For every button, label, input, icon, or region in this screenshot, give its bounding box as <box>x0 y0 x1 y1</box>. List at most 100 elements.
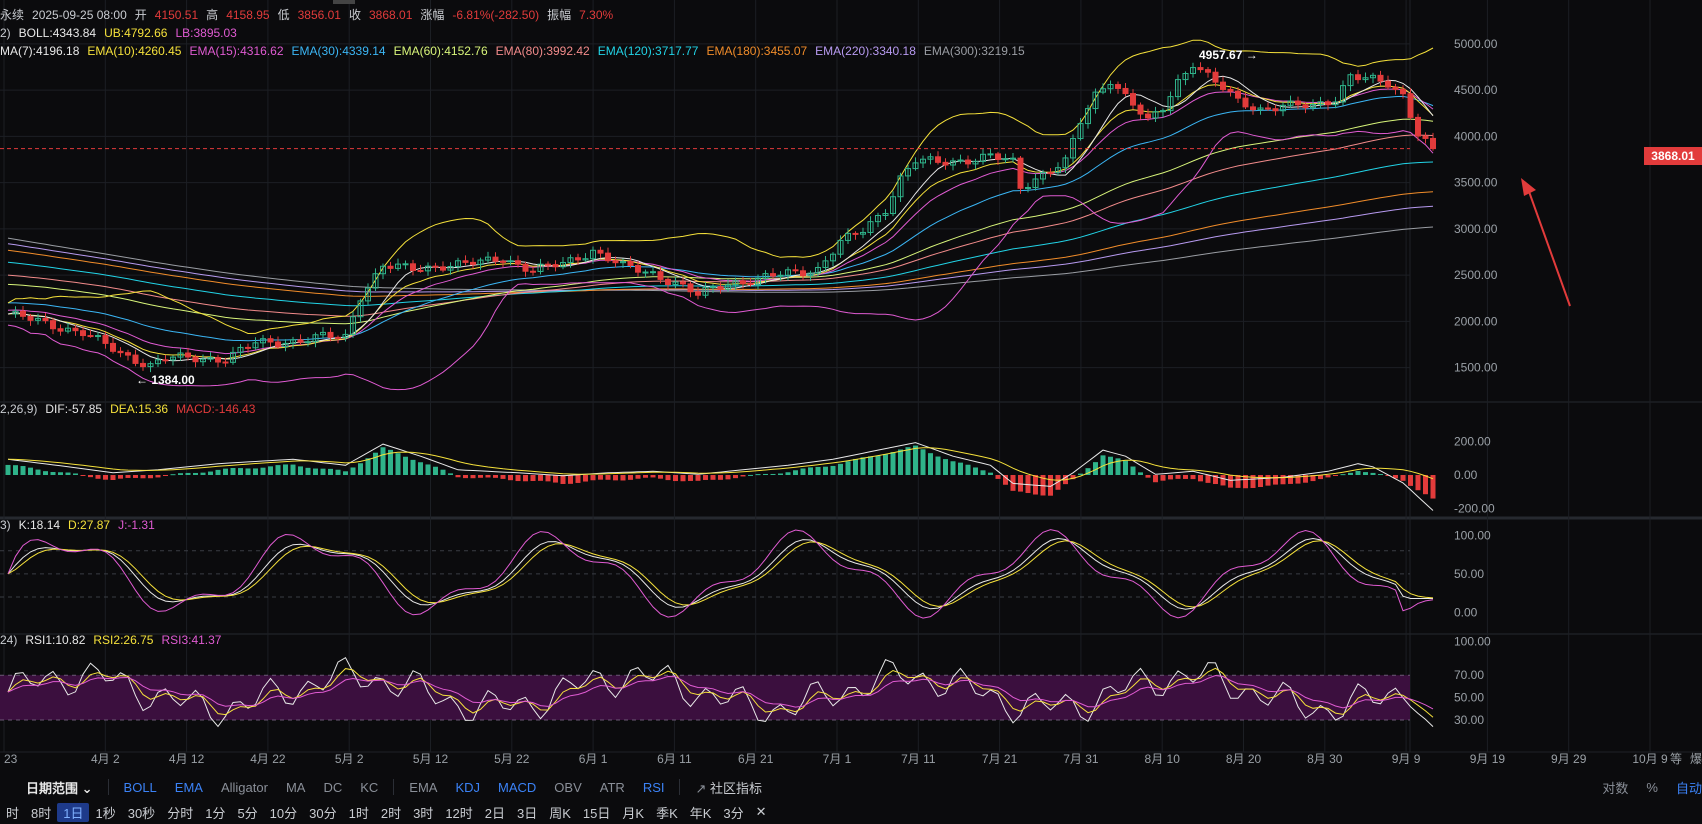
interval-30分[interactable]: 30分 <box>303 803 342 822</box>
macd-bar <box>980 470 986 475</box>
candle-body <box>140 362 146 368</box>
log-scale-button[interactable]: 对数 <box>1593 778 1637 797</box>
divider <box>107 779 109 795</box>
candle-body <box>1407 93 1414 118</box>
macd-bar <box>1235 475 1241 488</box>
red-arrow-shaft <box>1526 185 1571 307</box>
sub-indicator-macd[interactable]: MACD <box>489 780 545 795</box>
interval-8时[interactable]: 8时 <box>25 803 57 822</box>
interval-15日[interactable]: 15日 <box>577 803 616 822</box>
interval-5分[interactable]: 5分 <box>231 803 263 822</box>
macd-bar <box>530 475 536 481</box>
macd-bar <box>58 472 63 475</box>
main-indicator-boll[interactable]: BOLL <box>115 780 166 795</box>
interval-3日[interactable]: 3日 <box>511 803 543 822</box>
interval-1秒[interactable]: 1秒 <box>89 803 121 822</box>
candle-body <box>57 328 64 332</box>
candle-body <box>575 257 581 261</box>
main-indicator-kc[interactable]: KC <box>351 780 387 795</box>
macd-bar <box>1423 475 1428 495</box>
interval-周K[interactable]: 周K <box>543 803 577 822</box>
candle-body <box>462 260 469 263</box>
sub-indicator-atr[interactable]: ATR <box>591 780 634 795</box>
date-range-button[interactable]: 日期范围 ⌄ <box>0 778 102 797</box>
macd-bar <box>718 475 723 480</box>
main-indicator-ma[interactable]: MA <box>277 780 315 795</box>
macd-bar <box>283 464 288 475</box>
chevron-down-icon: ⌄ <box>81 780 93 796</box>
x-tick-label: 23 <box>4 752 18 766</box>
macd-bar <box>358 463 363 475</box>
x-tick-label: 5月 2 <box>335 752 364 766</box>
macd-bar <box>118 475 123 479</box>
macd-bar <box>965 464 971 475</box>
auto-scale-button[interactable]: 自动 <box>1667 778 1702 797</box>
macd-bar <box>1168 475 1173 480</box>
x-tick-label: 5月 12 <box>413 752 449 766</box>
interval-30秒[interactable]: 30秒 <box>122 803 161 822</box>
interval-时[interactable]: 时 <box>0 803 25 822</box>
close-icon[interactable]: ✕ <box>750 804 773 820</box>
x-tick-label: 4月 12 <box>169 752 205 766</box>
interval-10分[interactable]: 10分 <box>264 803 303 822</box>
interval-2日[interactable]: 2日 <box>479 803 511 822</box>
interval-3分[interactable]: 3分 <box>717 803 749 822</box>
interval-月K[interactable]: 月K <box>616 803 650 822</box>
interval-12时[interactable]: 12时 <box>439 803 478 822</box>
kdj-j: J:-1.31 <box>118 518 155 532</box>
main-indicator-alligator[interactable]: Alligator <box>212 780 277 795</box>
macd-bar <box>103 475 108 480</box>
candle-body <box>192 356 199 363</box>
macd-bar <box>875 455 881 475</box>
macd-bar <box>605 475 611 480</box>
interval-2时[interactable]: 2时 <box>375 803 407 822</box>
candle-body <box>80 330 86 337</box>
candle-body <box>245 346 251 349</box>
macd-legend: 2,26,9) DIF:-57.85 DEA:15.36 MACD:-146.43 <box>0 401 263 417</box>
interval-季K[interactable]: 季K <box>650 803 684 822</box>
candle-body <box>552 264 559 268</box>
macd-bar <box>125 475 131 478</box>
ema-legend-item: EMA(220):3340.18 <box>815 44 916 58</box>
macd-axis-label: 0.00 <box>1454 468 1478 482</box>
kdj-k: K:18.14 <box>18 518 61 532</box>
macd-bar <box>958 462 963 475</box>
interval-1时[interactable]: 1时 <box>343 803 375 822</box>
main-indicator-dc[interactable]: DC <box>314 780 351 795</box>
percent-scale-button[interactable]: % <box>1637 780 1667 795</box>
sub-indicator-obv[interactable]: OBV <box>545 780 590 795</box>
macd-bar <box>335 469 341 475</box>
interval-1分[interactable]: 1分 <box>199 803 231 822</box>
candle-body <box>942 161 949 166</box>
macd-bar <box>620 475 626 481</box>
macd-bar <box>988 472 993 475</box>
interval-分时[interactable]: 分时 <box>161 803 199 822</box>
sub-indicator-rsi[interactable]: RSI <box>634 780 674 795</box>
macd-bar <box>1258 475 1263 488</box>
sub-indicator-kdj[interactable]: KDJ <box>446 780 489 795</box>
interval-1日[interactable]: 1日 <box>57 802 90 822</box>
macd-bar <box>673 475 678 482</box>
main-indicator-ema[interactable]: EMA <box>166 780 212 795</box>
macd-bar <box>575 475 581 483</box>
rsi-axis-label: 30.00 <box>1454 713 1484 727</box>
candle-body <box>987 153 994 156</box>
interval-3时[interactable]: 3时 <box>407 803 439 822</box>
open-label: 开 <box>134 8 147 22</box>
candle-body <box>995 153 1001 160</box>
ma7-line <box>7 75 1434 362</box>
candle-body <box>50 320 56 330</box>
macd-bar <box>95 475 101 479</box>
sub-indicator-ema[interactable]: EMA <box>400 780 446 795</box>
candle-body <box>1235 90 1241 99</box>
macd-bar <box>598 475 603 480</box>
macd-bar <box>545 475 551 482</box>
macd-bar <box>703 475 708 480</box>
macd-params: 2,26,9) <box>0 402 38 416</box>
candle-body <box>597 249 604 254</box>
macd-bar <box>763 473 768 475</box>
candle-body <box>1122 87 1129 95</box>
macd-bar <box>748 474 753 476</box>
community-indicators-button[interactable]: ↗ 社区指标 <box>686 778 771 797</box>
interval-年K[interactable]: 年K <box>684 803 718 822</box>
